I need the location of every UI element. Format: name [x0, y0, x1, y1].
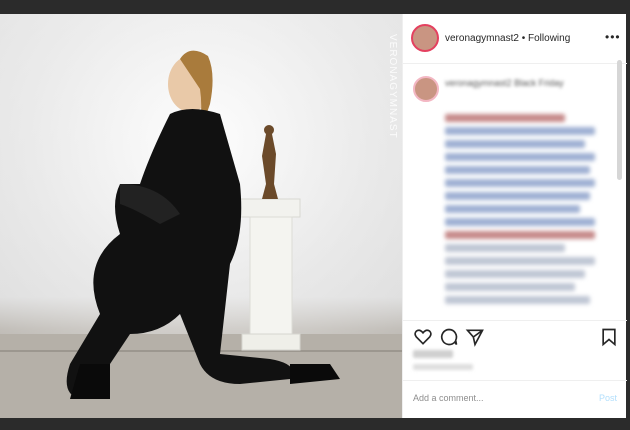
comment-icon[interactable]: [439, 327, 459, 347]
blurred-line: [445, 231, 595, 239]
blurred-line: [445, 140, 585, 148]
blurred-line: [445, 192, 590, 200]
caption-header: veronagymnast2 Black Friday: [445, 78, 564, 88]
blurred-line: [445, 270, 585, 278]
gymnast-figure: [66, 50, 340, 399]
author-line: veronagymnast2 • Following: [445, 33, 570, 44]
comment-bar: Add a comment... Post: [403, 380, 627, 418]
heart-icon[interactable]: [413, 327, 433, 347]
caption-body-blurred: [445, 114, 615, 309]
comment-input[interactable]: Add a comment...: [413, 393, 484, 403]
more-icon[interactable]: •••: [605, 30, 621, 44]
post-sidebar: veronagymnast2 • Following ••• veronagym…: [402, 14, 627, 418]
photo-watermark: VERONAGYMNAST: [387, 34, 398, 139]
caption-avatar[interactable]: [413, 76, 439, 102]
blurred-line: [445, 127, 595, 135]
blurred-line: [445, 257, 595, 265]
caption-username[interactable]: veronagymnast2: [445, 78, 512, 88]
bookmark-icon[interactable]: [599, 327, 619, 347]
following-button[interactable]: Following: [528, 33, 570, 44]
caption-text: Black Friday: [514, 78, 564, 88]
blurred-line: [445, 296, 590, 304]
blurred-line: [445, 153, 595, 161]
post-photo[interactable]: VERONAGYMNAST: [0, 14, 402, 418]
blurred-line: [445, 283, 575, 291]
blurred-line: [445, 205, 580, 213]
blurred-line: [445, 166, 590, 174]
blurred-line: [445, 114, 565, 122]
post-header: veronagymnast2 • Following •••: [403, 14, 627, 64]
blurred-line: [445, 218, 595, 226]
separator-dot: •: [521, 33, 526, 44]
caption-scrollbar[interactable]: [617, 60, 622, 180]
likes-count-blurred[interactable]: [413, 350, 453, 358]
author-avatar[interactable]: [411, 24, 439, 52]
post-date-blurred: [413, 364, 473, 370]
post-comment-button[interactable]: Post: [599, 393, 617, 403]
blurred-line: [445, 179, 595, 187]
share-icon[interactable]: [465, 327, 485, 347]
blurred-line: [445, 244, 565, 252]
author-username[interactable]: veronagymnast2: [445, 33, 519, 44]
action-bar: [403, 320, 627, 352]
